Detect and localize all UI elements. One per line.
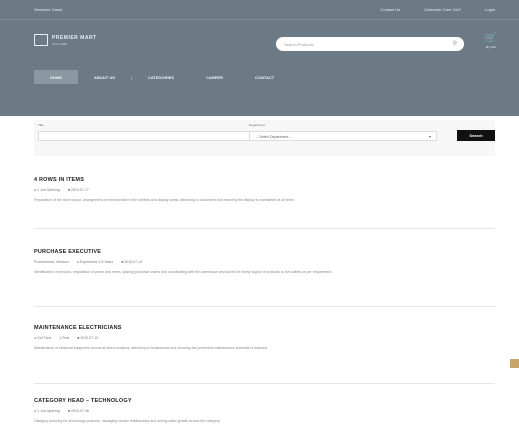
brand-row: PREMIER MART Since 1990 Search Products … [0,30,519,64]
divider [34,383,495,384]
top-link-login[interactable]: Login [485,7,495,12]
divider [34,306,495,307]
search-icon[interactable]: ⚲ [453,40,457,47]
logo-icon [34,34,48,46]
site-logo[interactable]: PREMIER MART Since 1990 [34,34,97,46]
cart-label: My Cart [485,45,497,49]
cart-icon: 🛒 [484,33,498,44]
job-meta: ● 1 Job Opening ■ 2019-07-08 [34,409,495,413]
top-link-contact[interactable]: Contact Us [381,7,401,12]
job-date: ■ 2019-07-17 [67,188,89,192]
job-date: ■ 2019-07-08 [67,409,89,413]
nav-contact[interactable]: CONTACT [239,70,290,84]
job-title[interactable]: 4 ROWS IN ITEMS [34,177,495,183]
nav-career[interactable]: CAREER [190,70,239,84]
job-openings: ● 1 Job Opening [34,188,60,192]
keyword-field[interactable] [38,131,260,141]
job-meta: ● Full Time 1 Post ■ 2019-07-10 [34,336,495,340]
job-title[interactable]: PURCHASE EXECUTIVE [34,249,495,255]
nav-home[interactable]: HOME [34,70,78,84]
top-links: Contact Us Customer Care 24x7 Login [381,7,496,12]
keyword-label: Title [38,123,44,127]
brand-tagline: Since 1990 [52,41,68,46]
search-button[interactable]: Search [457,130,495,141]
search-placeholder: Search Products [284,42,314,47]
search-input[interactable]: Search Products ⚲ [276,37,464,51]
job-title[interactable]: CATEGORY HEAD – TECHNOLOGY [34,398,495,404]
job-type: ● Full Time [34,336,52,340]
job-listing: CATEGORY HEAD – TECHNOLOGY ● 1 Job Openi… [34,398,495,425]
brand-name: PREMIER MART [52,34,97,41]
job-description: Maintenance of electrical equipment acro… [34,346,268,350]
welcome-text: Welcome Guest [34,7,63,12]
top-link-customer-care[interactable]: Customer Care 24x7 [424,7,461,12]
feedback-tab[interactable] [510,359,519,368]
divider [34,228,495,229]
nav-about[interactable]: ABOUT US [78,70,131,84]
job-posts: 1 Post [59,336,70,340]
job-date: ■ 2019-07-10 [77,336,99,340]
job-meta: Procurement, Vendors ● Experience 3-5 Ye… [34,260,495,264]
department-value: -- Select Department -- [256,135,292,139]
cart-button[interactable]: 🛒 My Cart [483,33,499,50]
main-nav: HOME ABOUT US | CATEGORIES CAREER CONTAC… [34,70,290,84]
job-title[interactable]: MAINTENANCE ELECTRICIANS [34,325,495,331]
job-category: Procurement, Vendors [34,260,69,264]
job-meta: ● 1 Job Opening ■ 2019-07-17 [34,188,495,192]
department-select[interactable]: -- Select Department -- ▾ [249,131,437,141]
department-label: Department [249,123,265,127]
job-experience: ● Experience 3-5 Years [76,260,114,264]
job-filter: Title Department -- Select Department --… [34,120,495,156]
job-description: Identification of vendors, negotiation o… [34,270,333,274]
job-listing: PURCHASE EXECUTIVE Procurement, Vendors … [34,249,495,276]
chevron-down-icon: ▾ [428,134,431,139]
site-header: Welcome Guest Contact Us Customer Care 2… [0,0,519,116]
job-listing: MAINTENANCE ELECTRICIANS ● Full Time 1 P… [34,325,495,352]
nav-categories[interactable]: CATEGORIES [132,70,190,84]
job-listing: 4 ROWS IN ITEMS ● 1 Job Opening ■ 2019-0… [34,177,495,204]
job-date: ■ 2019-07-14 [121,260,143,264]
job-description: Category planning for technology product… [34,419,221,423]
top-bar: Welcome Guest Contact Us Customer Care 2… [0,0,519,20]
job-openings: ● 1 Job Opening [34,409,60,413]
job-description: Preparation of the store layout, arrange… [34,198,295,202]
